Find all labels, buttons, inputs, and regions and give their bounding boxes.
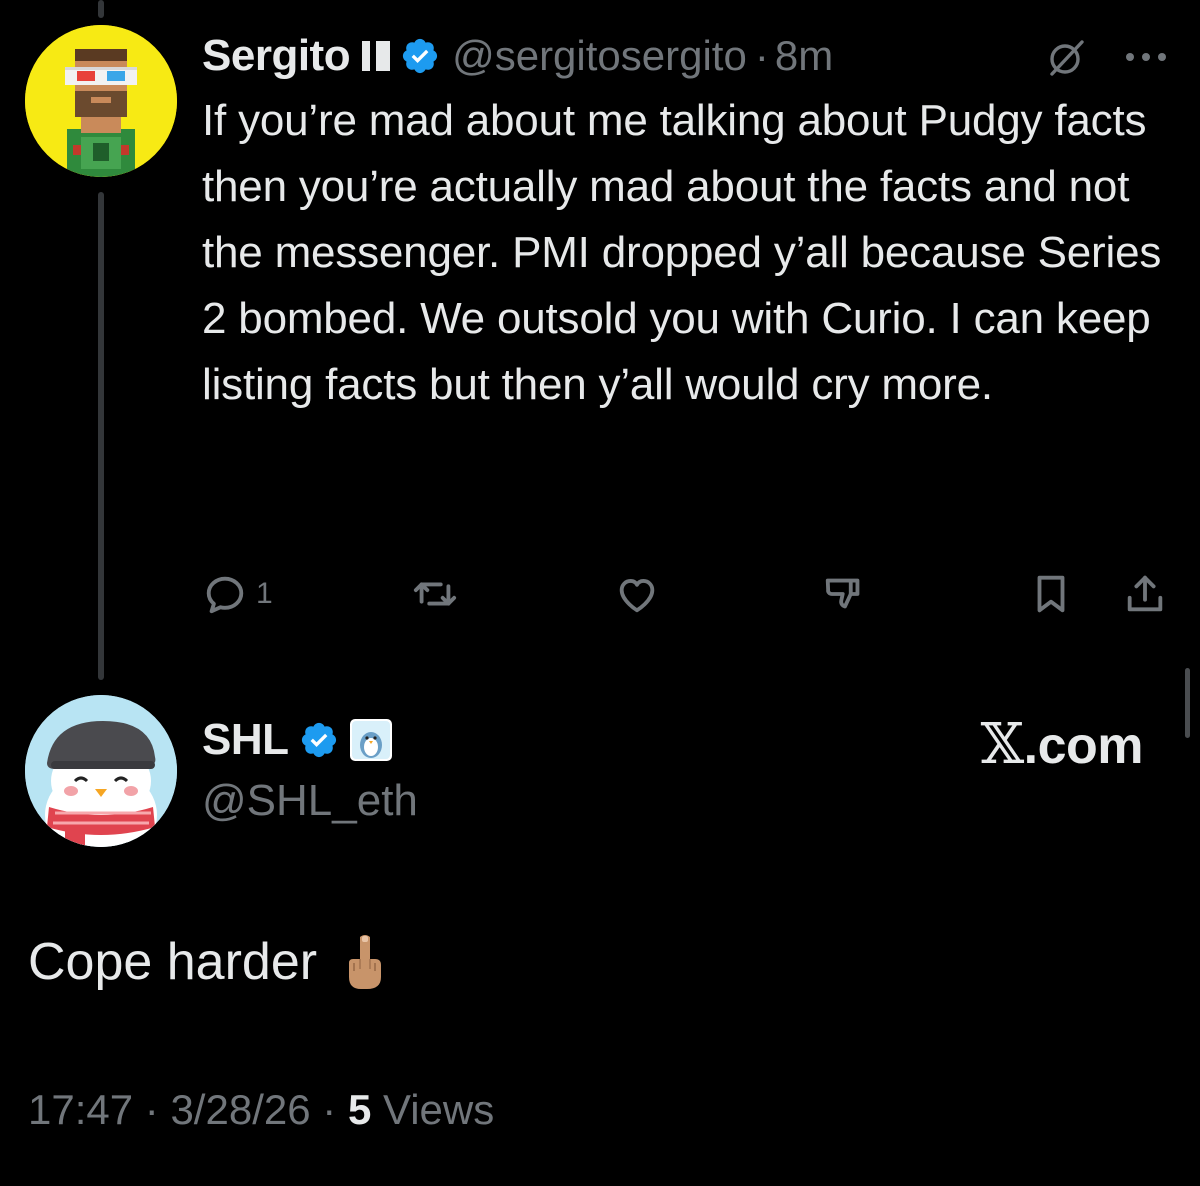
verified-badge-icon[interactable] [299, 720, 339, 760]
reply-date[interactable]: 3/28/26 [170, 1086, 310, 1133]
scrollbar[interactable] [1185, 668, 1190, 738]
share-button[interactable] [1122, 570, 1168, 618]
affiliate-badge-icon[interactable] [349, 718, 393, 762]
x-com-watermark: 𝕏.com [980, 712, 1144, 777]
meta-separator: · [754, 32, 769, 79]
watermark-domain: .com [1023, 717, 1144, 775]
reply-author-row: SHL [202, 712, 393, 768]
repost-icon [412, 571, 458, 617]
like-icon [614, 571, 660, 617]
thread-connector-top [98, 0, 104, 18]
pause-icon [362, 41, 391, 71]
sergito-avatar[interactable] [25, 25, 177, 177]
dislike-icon [822, 571, 868, 617]
repost-button[interactable] [412, 570, 458, 618]
middle-finger-emoji-icon [343, 933, 387, 991]
shl-avatar[interactable] [25, 695, 177, 847]
timestamp[interactable]: 8m [775, 32, 833, 80]
reply-tweet-text-row: Cope harder [28, 932, 387, 992]
dislike-button[interactable] [822, 570, 868, 618]
x-logo-icon: 𝕏 [980, 712, 1024, 777]
views-label[interactable]: Views [383, 1086, 494, 1133]
author-name[interactable]: Sergito [202, 31, 351, 81]
reply-icon [202, 571, 248, 617]
original-tweet-text: If you’re mad about me talking about Pud… [202, 96, 1162, 409]
tweet-meta-footer: 17:47 · 3/28/26 · 5 Views [28, 1086, 494, 1134]
share-icon [1122, 571, 1168, 617]
verified-badge-icon[interactable] [400, 36, 440, 76]
thread-connector [98, 192, 104, 680]
reply-count: 1 [256, 577, 273, 610]
bookmark-icon [1028, 571, 1074, 617]
author-handle[interactable]: @sergitosergito [452, 32, 747, 80]
tweet-actions-bar: 1 [202, 570, 1172, 618]
reply-author-handle[interactable]: @SHL_eth [202, 776, 418, 826]
reply-button[interactable]: 1 [202, 570, 273, 618]
more-icon[interactable] [1124, 50, 1168, 62]
footer-separator: · [322, 1086, 337, 1133]
reply-tweet-text: Cope harder [28, 933, 318, 991]
like-button[interactable] [614, 570, 660, 618]
reply-time[interactable]: 17:47 [28, 1086, 133, 1133]
footer-separator: · [144, 1086, 159, 1133]
original-tweet-header: Sergito @sergitosergito · 8m [202, 28, 833, 84]
reply-author-name[interactable]: SHL [202, 715, 289, 765]
views-count[interactable]: 5 [348, 1086, 371, 1133]
bookmark-button[interactable] [1028, 570, 1074, 618]
grok-icon[interactable] [1046, 38, 1086, 78]
